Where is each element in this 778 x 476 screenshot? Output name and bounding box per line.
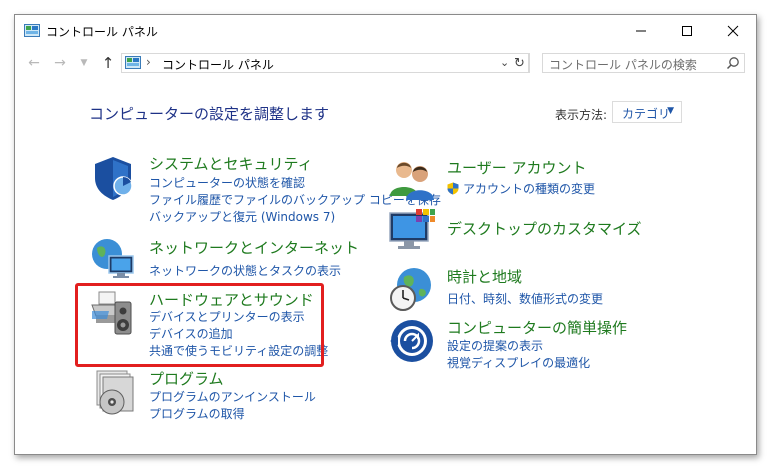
monitor-palette-icon[interactable] (388, 207, 436, 255)
category-clock-region[interactable]: 時計と地域 (447, 266, 522, 287)
maximize-button[interactable] (664, 15, 710, 46)
refresh-icon: ↻ (514, 55, 525, 71)
view-by-value: カテゴリ (622, 107, 671, 121)
address-dropdown-icon[interactable]: ⌄ (500, 56, 509, 69)
title-bar: コントロール パネル (15, 15, 756, 48)
category-user-accounts[interactable]: ユーザー アカウント (447, 157, 586, 178)
minimize-button[interactable] (618, 15, 664, 46)
link-change-date-time-format[interactable]: 日付、時刻、数値形式の変更 (447, 290, 603, 307)
search-placeholder: コントロール パネルの検索 (549, 58, 697, 72)
link-check-computer-status[interactable]: コンピューターの状態を確認 (149, 174, 305, 191)
breadcrumb-chevron-icon[interactable]: › (146, 55, 151, 69)
maximize-icon (682, 25, 692, 36)
category-ease-of-access[interactable]: コンピューターの簡単操作 (447, 317, 627, 338)
category-network-internet[interactable]: ネットワークとインターネット (149, 237, 359, 258)
link-change-account-type[interactable]: アカウントの種類の変更 (447, 180, 595, 197)
control-panel-window: コントロール パネル ← → ▼ ↑ › コントロール パネル ⌄ ↻ コントロ… (14, 14, 757, 455)
chevron-down-icon: ▼ (667, 106, 674, 116)
view-by-label: 表示方法: (555, 108, 608, 122)
address-bar[interactable]: › コントロール パネル ⌄ (121, 53, 529, 73)
view-by-dropdown[interactable]: カテゴリ ▼ (612, 101, 682, 123)
link-network-status-tasks[interactable]: ネットワークの状態とタスクの表示 (149, 262, 341, 279)
category-programs[interactable]: プログラム (149, 368, 224, 389)
page-title: コンピューターの設定を調整します (89, 105, 330, 123)
highlight-box (75, 283, 324, 367)
link-get-recommendations[interactable]: 設定の提案の表示 (447, 337, 543, 354)
shield-icon[interactable] (89, 154, 137, 202)
category-desktop-customization[interactable]: デスクトップのカスタマイズ (447, 218, 642, 239)
ease-of-access-icon[interactable] (388, 317, 436, 365)
refresh-button[interactable]: ↻ (510, 53, 530, 73)
search-input[interactable]: コントロール パネルの検索 (542, 53, 745, 73)
arrow-right-icon: → (54, 55, 66, 71)
control-panel-icon (125, 56, 141, 69)
link-uninstall-program[interactable]: プログラムのアンインストール (149, 388, 316, 405)
back-button[interactable]: ← (25, 54, 43, 72)
window-title: コントロール パネル (46, 25, 158, 39)
arrow-up-icon: ↑ (101, 54, 115, 72)
uac-shield-icon (447, 182, 459, 195)
link-change-account-type-label: アカウントの種類の変更 (463, 182, 596, 196)
breadcrumb[interactable]: コントロール パネル (162, 56, 274, 73)
close-icon (727, 25, 739, 36)
control-panel-icon (24, 24, 40, 37)
chevron-down-icon: ▼ (80, 58, 88, 68)
clock-globe-icon[interactable] (388, 265, 436, 313)
minimize-icon (636, 30, 646, 31)
programs-disc-icon[interactable] (89, 368, 137, 416)
close-button[interactable] (710, 15, 756, 46)
network-globe-icon[interactable] (89, 234, 137, 282)
arrow-left-icon: ← (28, 55, 40, 71)
link-optimize-visual-display[interactable]: 視覚ディスプレイの最適化 (447, 354, 590, 371)
forward-button[interactable]: → (51, 54, 69, 72)
recent-locations-button[interactable]: ▼ (75, 54, 93, 72)
link-backup-restore[interactable]: バックアップと復元 (Windows 7) (149, 208, 335, 225)
category-system-security[interactable]: システムとセキュリティ (149, 153, 313, 174)
link-get-programs[interactable]: プログラムの取得 (149, 405, 245, 422)
users-icon[interactable] (388, 156, 436, 204)
up-button[interactable]: ↑ (99, 54, 117, 72)
search-icon[interactable] (726, 56, 740, 70)
